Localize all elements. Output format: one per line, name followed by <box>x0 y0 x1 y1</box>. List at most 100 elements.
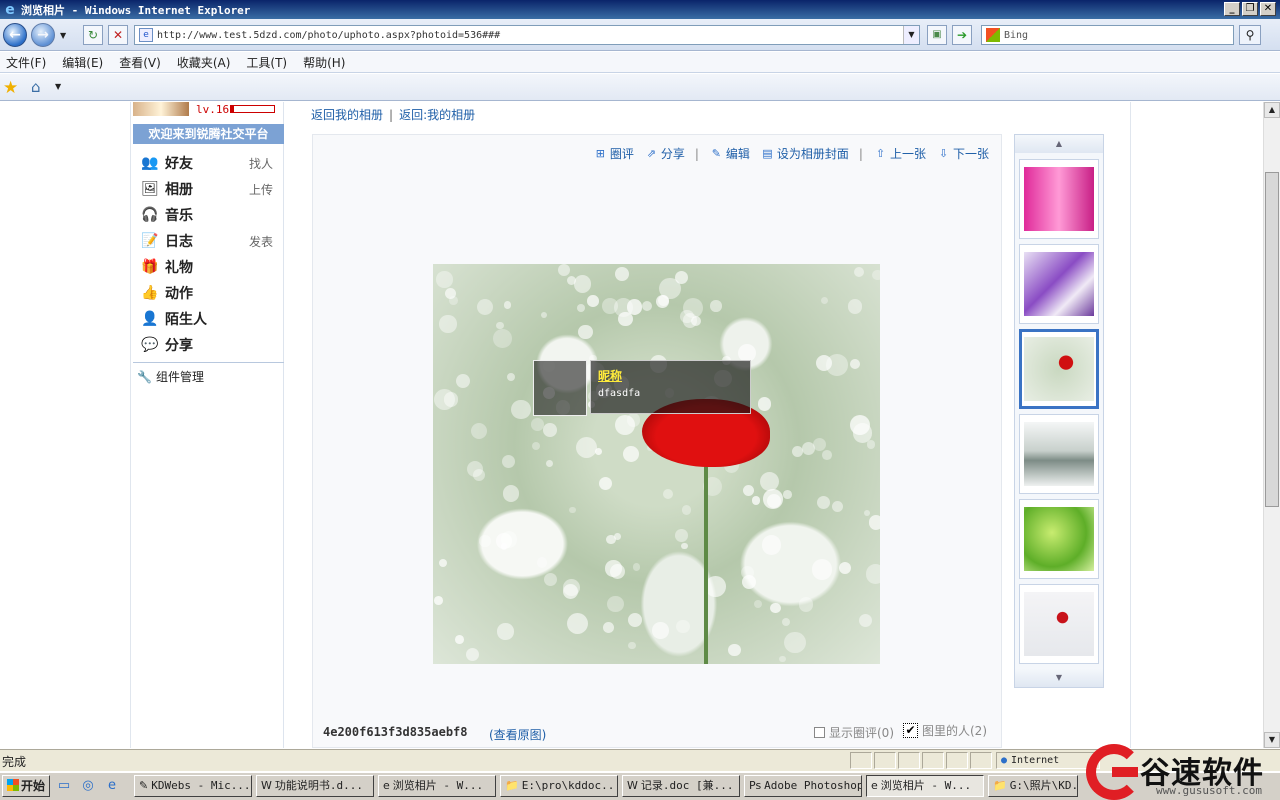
security-zone[interactable]: ● Internet <box>996 752 1100 769</box>
address-dropdown-icon[interactable]: ▼ <box>903 26 919 44</box>
white-flowers-red-poppy-thumb[interactable] <box>1019 329 1099 409</box>
flower-blossom <box>575 437 598 459</box>
scroll-thumb[interactable] <box>1265 172 1279 507</box>
page-viewport: lv.16 欢迎来到锐腾社交平台 👥 好友 找人 🖼 相册 上传 🎧 音乐 📝 日志 发表 🎁 礼物 👍 动… <box>0 102 1263 748</box>
sidebar-item-action[interactable]: 找人 <box>249 155 273 172</box>
red-rose-thumb[interactable] <box>1019 584 1099 664</box>
task-app-icon: W <box>627 779 638 792</box>
taskbar-task[interactable]: W 功能说明书.d... <box>256 775 374 797</box>
misty-mountains-thumb[interactable] <box>1019 414 1099 494</box>
close-button[interactable]: ✕ <box>1260 2 1276 16</box>
thumb-image <box>1024 167 1094 231</box>
quicklaunch-ie-icon[interactable]: e <box>104 778 120 794</box>
task-label: Adobe Photoshop <box>764 779 862 792</box>
sidebar-item[interactable]: 🖼 相册 上传 <box>141 176 273 202</box>
sidebar-item[interactable]: 👥 好友 找人 <box>141 150 273 176</box>
address-toolbar: ← → ▼ ↻ ✕ e http://www.test.5dzd.com/pho… <box>0 19 1280 51</box>
sidebar-item[interactable]: 📝 日志 发表 <box>141 228 273 254</box>
quicklaunch-app-icon[interactable]: ◎ <box>80 778 96 794</box>
taskbar-task[interactable]: 📁 E:\pro\kddoc... <box>500 775 618 797</box>
menu-view[interactable]: 查看(V) <box>119 54 161 71</box>
home-dropdown-icon[interactable]: ▼ <box>55 82 61 91</box>
sidebar-item-label: 好友 <box>165 156 193 172</box>
widget-manage-link[interactable]: 🔧 组件管理 <box>137 368 204 385</box>
view-original-link[interactable]: (查看原图) <box>489 726 546 743</box>
minimize-button[interactable]: _ <box>1224 2 1240 16</box>
task-app-icon: Ps <box>749 779 762 792</box>
vertical-scrollbar[interactable]: ▲ ▼ <box>1263 102 1280 748</box>
people-in-photo-checkbox[interactable]: ✔ 图里的人(2) <box>903 722 987 739</box>
flower-blossom <box>792 445 804 457</box>
prev-photo-button[interactable]: ⇧ 上一张 <box>873 145 926 162</box>
menu-bar: 文件(F) 编辑(E) 查看(V) 收藏夹(A) 工具(T) 帮助(H) <box>0 52 1280 73</box>
back-button[interactable]: ← <box>3 23 27 47</box>
search-input[interactable]: Bing <box>1004 30 1028 41</box>
comment-button[interactable]: ⊞ 圈评 <box>593 145 634 162</box>
sidebar-item[interactable]: 👍 动作 <box>141 280 273 306</box>
green-leaves-thumb[interactable] <box>1019 499 1099 579</box>
search-box[interactable]: Bing <box>981 25 1234 45</box>
history-dropdown-icon[interactable]: ▼ <box>60 31 66 40</box>
next-photo-button[interactable]: ⇩ 下一张 <box>936 145 989 162</box>
sidebar-item[interactable]: 🎁 礼物 <box>141 254 273 280</box>
address-input[interactable]: http://www.test.5dzd.com/photo/uphoto.as… <box>157 30 903 41</box>
taskbar-task[interactable]: ✎ KDWebs - Mic... <box>134 775 252 797</box>
thumb-image <box>1024 422 1094 486</box>
stop-button[interactable]: ✕ <box>108 25 128 45</box>
favorites-star-icon[interactable]: ★ <box>3 78 18 98</box>
compat-view-button[interactable]: ▣ <box>927 25 947 45</box>
scroll-up-arrow-icon[interactable]: ▲ <box>1264 102 1280 118</box>
share-button[interactable]: ⇗ 分享 <box>644 145 685 162</box>
taskbar-task[interactable]: e 浏览相片 - W... <box>866 775 984 797</box>
forward-button[interactable]: → <box>31 23 55 47</box>
address-bar[interactable]: e http://www.test.5dzd.com/photo/uphoto.… <box>134 25 920 45</box>
sidebar-item-action[interactable]: 发表 <box>249 233 273 250</box>
start-button[interactable]: 开始 <box>2 775 50 797</box>
sidebar-item[interactable]: 💬 分享 <box>141 332 273 358</box>
taskbar-task[interactable]: e 浏览相片 - W... <box>378 775 496 797</box>
sidebar-item[interactable]: 🎧 音乐 <box>141 202 273 228</box>
back-to-album-link[interactable]: 返回我的相册 <box>311 108 383 122</box>
stranger-icon: 👤 <box>141 311 159 327</box>
thumb-image <box>1024 252 1094 316</box>
edit-button[interactable]: ✎ 编辑 <box>709 145 750 162</box>
thumb-image <box>1024 592 1094 656</box>
purple-flower-thumb[interactable] <box>1019 244 1099 324</box>
start-label: 开始 <box>21 779 46 793</box>
search-button[interactable]: ⚲ <box>1239 25 1261 45</box>
flower-blossom <box>798 597 814 612</box>
taskbar-task[interactable]: W 记录.doc [兼... <box>622 775 740 797</box>
flower-blossom <box>816 496 831 510</box>
taskbar-task[interactable]: 📁G:\照片\KD... <box>988 775 1078 797</box>
menu-favorites[interactable]: 收藏夹(A) <box>177 54 231 71</box>
home-icon[interactable]: ⌂ <box>31 78 41 96</box>
maximize-button[interactable]: ❐ <box>1242 2 1258 16</box>
set-cover-label: 设为相册封面 <box>776 147 849 161</box>
menu-tools[interactable]: 工具(T) <box>246 54 287 71</box>
thumb-scroll-up-button[interactable]: ▲ <box>1015 135 1103 153</box>
avatar[interactable] <box>133 102 189 116</box>
tag-nickname-link[interactable]: 昵称 <box>598 367 743 384</box>
sidebar-item-action[interactable]: 上传 <box>249 181 273 198</box>
pink-light-thumb[interactable] <box>1019 159 1099 239</box>
flower-blossom <box>783 490 792 499</box>
show-desktop-icon[interactable]: ▭ <box>56 778 72 794</box>
arrow-up-icon: ⇧ <box>875 146 886 160</box>
menu-help[interactable]: 帮助(H) <box>303 54 345 71</box>
sidebar-item[interactable]: 👤 陌生人 <box>141 306 273 332</box>
flower-blossom <box>822 449 832 460</box>
thumb-scroll-down-button[interactable]: ▼ <box>1015 669 1103 687</box>
main-photo[interactable]: 昵称 dfasdfa <box>433 264 880 664</box>
refresh-button[interactable]: ↻ <box>83 25 103 45</box>
show-comments-checkbox[interactable]: 显示圈评(0) <box>814 724 894 741</box>
face-tag-box[interactable] <box>533 360 587 416</box>
menu-edit[interactable]: 编辑(E) <box>62 54 103 71</box>
go-button[interactable]: ➔ <box>952 25 972 45</box>
set-cover-button[interactable]: ▤ 设为相册封面 <box>760 145 849 162</box>
flower-blossom <box>455 634 464 644</box>
menu-file[interactable]: 文件(F) <box>6 54 46 71</box>
flower-blossom <box>826 354 848 376</box>
taskbar-task[interactable]: Ps Adobe Photoshop <box>744 775 862 797</box>
return-my-album-link[interactable]: 返回:我的相册 <box>399 108 475 122</box>
flower-blossom <box>682 312 698 328</box>
